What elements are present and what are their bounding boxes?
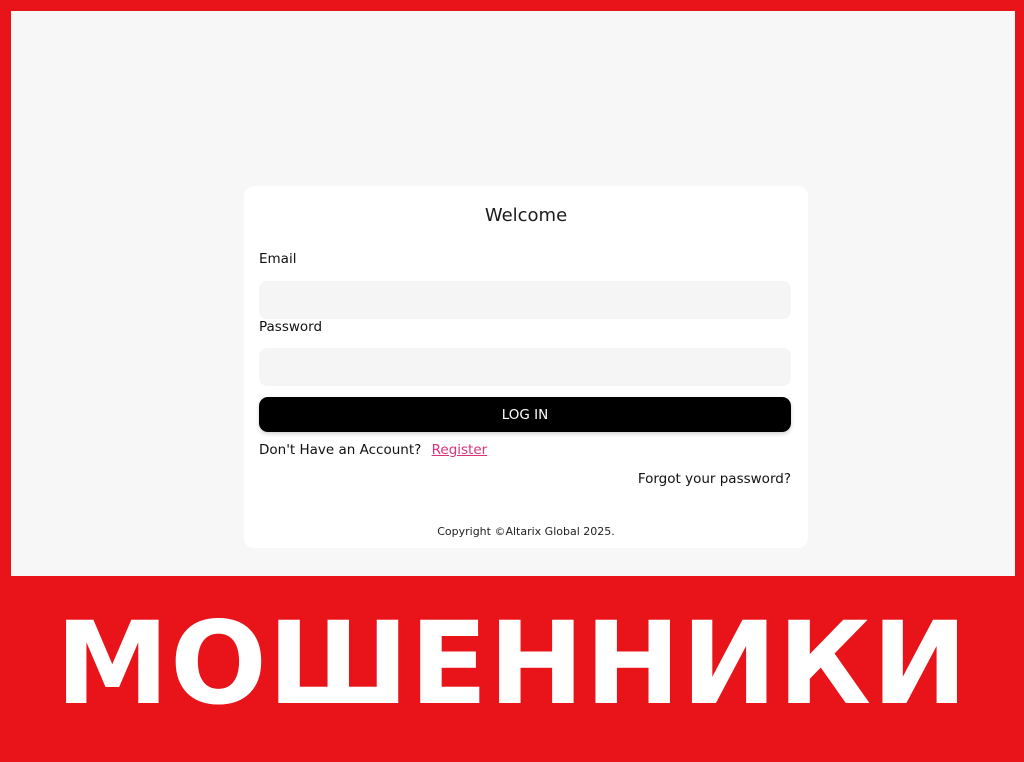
forgot-password-link[interactable]: Forgot your password?	[638, 471, 791, 487]
email-label: Email	[259, 251, 297, 267]
password-label: Password	[259, 319, 323, 335]
login-button[interactable]: LOG IN	[259, 397, 791, 432]
account-row: Don't Have an Account? Register	[259, 442, 487, 458]
copyright-text: Copyright ©Altarix Global 2025.	[437, 525, 615, 538]
login-card: Welcome Email Password LOG IN Don't Have…	[244, 186, 808, 548]
account-prompt: Don't Have an Account?	[259, 442, 422, 458]
page-title: Welcome	[484, 205, 568, 226]
scam-warning-banner: МОШЕННИКИ	[55, 597, 969, 730]
screenshot-area: Welcome Email Password LOG IN Don't Have…	[11, 11, 1015, 576]
password-input[interactable]	[259, 348, 791, 386]
email-input[interactable]	[259, 281, 791, 319]
register-link[interactable]: Register	[432, 442, 488, 458]
